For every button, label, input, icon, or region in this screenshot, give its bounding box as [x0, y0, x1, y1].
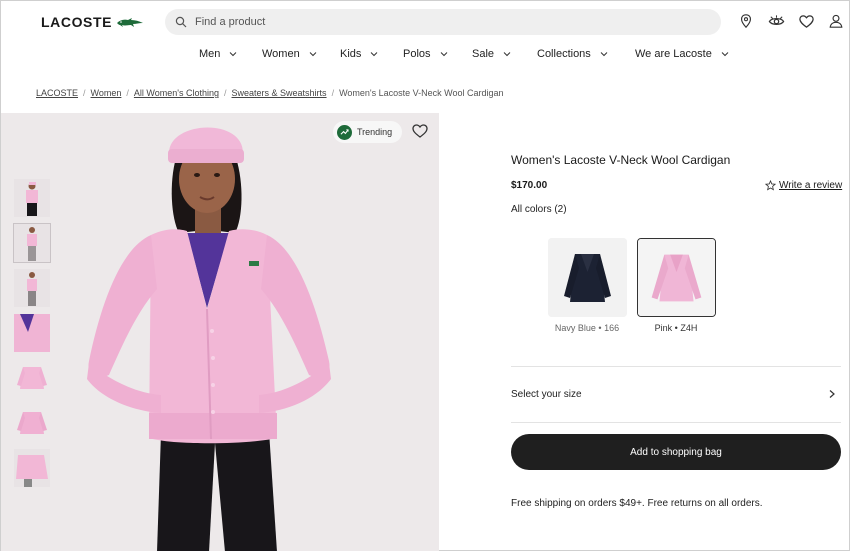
- thumbnail-6[interactable]: [14, 404, 50, 442]
- select-size-row[interactable]: Select your size: [511, 383, 841, 405]
- header-icon-group: [737, 12, 845, 30]
- thumbnail-list: [13, 179, 51, 487]
- thumbnail-1[interactable]: [14, 179, 50, 217]
- breadcrumb-current: Women's Lacoste V-Neck Wool Cardigan: [339, 88, 504, 98]
- thumbnail-4[interactable]: [14, 314, 50, 352]
- product-photo[interactable]: [1, 113, 439, 551]
- nav-label: Kids: [340, 48, 362, 60]
- breadcrumb-separator: /: [126, 88, 129, 98]
- nav-label: We are Lacoste: [635, 48, 712, 60]
- account-icon[interactable]: [827, 12, 845, 30]
- wishlist-heart-icon[interactable]: [411, 122, 429, 140]
- chevron-down-icon: [721, 52, 729, 57]
- breadcrumb-link-all-womens-clothing[interactable]: All Women's Clothing: [134, 88, 219, 98]
- nav-item-sale[interactable]: Sale: [472, 48, 511, 60]
- color-swatch-pink[interactable]: [637, 238, 716, 317]
- crocodile-icon: [117, 18, 144, 27]
- site-header: LACOSTE Men Women: [1, 1, 850, 81]
- chevron-down-icon: [230, 52, 237, 57]
- nav-item-we-are-lacoste[interactable]: We are Lacoste: [635, 48, 729, 60]
- breadcrumb: LACOSTE / Women / All Women's Clothing /…: [36, 88, 504, 98]
- product-price: $170.00: [511, 180, 548, 191]
- chevron-down-icon: [440, 52, 447, 57]
- chevron-right-icon: [829, 390, 835, 398]
- logo-text: LACOSTE: [41, 14, 113, 30]
- breadcrumb-separator: /: [224, 88, 227, 98]
- nav-label: Sale: [472, 48, 495, 60]
- color-swatch-navy[interactable]: [548, 238, 627, 317]
- trending-icon: [337, 124, 352, 140]
- chevron-down-icon: [309, 52, 317, 57]
- lacoste-logo[interactable]: LACOSTE: [41, 11, 144, 33]
- write-review-link[interactable]: Write a review: [765, 180, 842, 191]
- colors-label: All colors (2): [511, 204, 567, 215]
- nav-label: Polos: [403, 48, 431, 60]
- shipping-info: Free shipping on orders $49+. Free retur…: [511, 498, 763, 509]
- trending-badge: Trending: [333, 121, 403, 143]
- breadcrumb-link-women[interactable]: Women: [91, 88, 122, 98]
- product-title: Women's Lacoste V-Neck Wool Cardigan: [511, 153, 731, 167]
- nav-label: Women: [262, 48, 300, 60]
- pink-cardigan-image: [638, 239, 715, 316]
- thumbnail-2[interactable]: [13, 223, 51, 263]
- write-review-label: Write a review: [779, 180, 843, 191]
- breadcrumb-separator: /: [331, 88, 335, 98]
- heart-icon[interactable]: [797, 12, 815, 30]
- nav-item-men[interactable]: Men: [199, 48, 237, 60]
- search-icon: [175, 16, 187, 28]
- divider: [511, 422, 841, 423]
- thumbnail-5[interactable]: [14, 359, 50, 397]
- nav-label: Men: [199, 48, 221, 60]
- color-label-pink: Pink • Z4H: [654, 323, 698, 333]
- add-to-bag-button[interactable]: Add to shopping bag: [511, 434, 841, 470]
- thumbnail-3[interactable]: [14, 269, 50, 307]
- nav-item-kids[interactable]: Kids: [340, 48, 378, 60]
- select-size-label: Select your size: [511, 388, 582, 400]
- chevron-down-icon: [371, 52, 378, 57]
- breadcrumb-link-lacoste[interactable]: LACOSTE: [36, 88, 78, 98]
- main-nav: Men Women Kids Polos Sale Collections We…: [1, 48, 850, 64]
- nav-item-polos[interactable]: Polos: [403, 48, 448, 60]
- chevron-down-icon: [600, 52, 608, 57]
- navy-cardigan-image: [548, 238, 627, 317]
- product-gallery: Trending: [1, 113, 439, 551]
- color-label-navy: Navy Blue • 166: [554, 323, 620, 333]
- nav-item-women[interactable]: Women: [262, 48, 317, 60]
- thumbnail-7[interactable]: [14, 449, 50, 487]
- search-input[interactable]: [195, 16, 675, 28]
- breadcrumb-separator: /: [83, 88, 86, 98]
- search-bar[interactable]: [165, 9, 721, 35]
- trending-label: Trending: [357, 127, 393, 137]
- eye-icon[interactable]: [767, 12, 785, 30]
- chevron-down-icon: [503, 52, 511, 57]
- location-icon[interactable]: [737, 12, 755, 30]
- breadcrumb-link-sweaters[interactable]: Sweaters & Sweatshirts: [232, 88, 327, 98]
- star-icon: [765, 180, 776, 191]
- nav-label: Collections: [537, 48, 591, 60]
- nav-item-collections[interactable]: Collections: [537, 48, 608, 60]
- divider: [511, 366, 841, 367]
